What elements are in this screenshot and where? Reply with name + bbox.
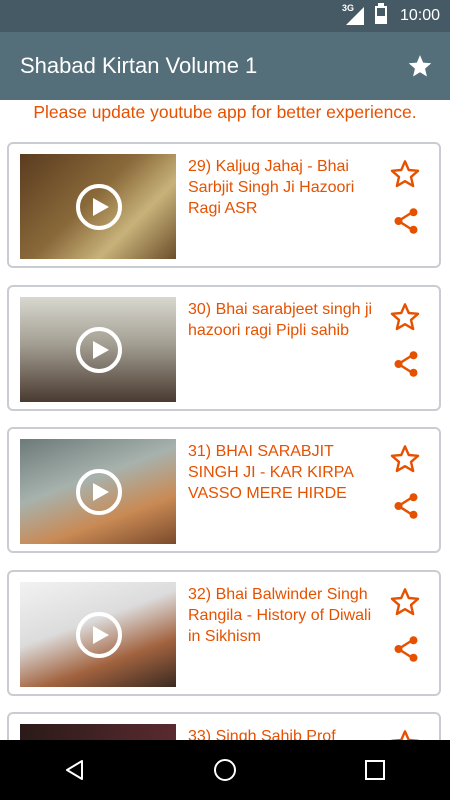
video-title[interactable]: 29) Kaljug Jahaj - Bhai Sarbjit Singh Ji…: [188, 156, 378, 219]
status-bar: 3G 10:00: [0, 0, 450, 32]
share-icon: [394, 208, 418, 234]
battery-icon: [374, 2, 388, 30]
share-button[interactable]: [391, 206, 421, 236]
network-type: 3G: [341, 3, 354, 13]
video-title[interactable]: 31) BHAI SARABJIT SINGH JI - KAR KIRPA V…: [188, 441, 378, 504]
video-title[interactable]: 33) Singh Sahib Prof: [188, 726, 378, 740]
play-icon[interactable]: [76, 184, 122, 230]
add-favorite-button[interactable]: [389, 301, 421, 333]
video-card[interactable]: 32) Bhai Balwinder Singh Rangila - Histo…: [7, 570, 441, 696]
home-button[interactable]: [205, 750, 245, 790]
back-triangle-icon: [66, 760, 83, 780]
cellular-signal-icon: 3G: [341, 3, 366, 26]
video-thumbnail[interactable]: [20, 297, 176, 402]
back-button[interactable]: [55, 750, 95, 790]
share-icon: [394, 351, 418, 377]
status-time: 10:00: [399, 7, 440, 24]
video-card[interactable]: 33) Singh Sahib Prof: [7, 712, 441, 740]
share-icon: [394, 493, 418, 519]
recents-button[interactable]: [355, 750, 395, 790]
video-card[interactable]: 31) BHAI SARABJIT SINGH JI - KAR KIRPA V…: [7, 427, 441, 553]
video-list[interactable]: 29) Kaljug Jahaj - Bhai Sarbjit Singh Ji…: [0, 142, 450, 740]
video-thumbnail[interactable]: [20, 154, 176, 259]
add-favorite-button[interactable]: [389, 158, 421, 190]
star-outline-icon: [391, 730, 419, 740]
video-card[interactable]: 30) Bhai sarabjeet singh ji hazoori ragi…: [7, 285, 441, 411]
share-button[interactable]: [391, 491, 421, 521]
share-button[interactable]: [391, 349, 421, 379]
share-icon: [394, 636, 418, 662]
add-favorite-button[interactable]: [389, 586, 421, 618]
update-notice: Please update youtube app for better exp…: [33, 102, 417, 122]
add-favorite-button[interactable]: [389, 728, 421, 740]
video-thumbnail[interactable]: [20, 724, 176, 740]
favorites-button[interactable]: [406, 52, 434, 80]
video-title[interactable]: 30) Bhai sarabjeet singh ji hazoori ragi…: [188, 299, 378, 341]
play-icon[interactable]: [76, 327, 122, 373]
star-outline-icon: [390, 303, 420, 331]
page-title: Shabad Kirtan Volume 1: [20, 53, 258, 78]
star-outline-icon: [390, 445, 420, 473]
share-button[interactable]: [391, 634, 421, 664]
system-navigation-bar: [0, 740, 450, 800]
play-icon[interactable]: [76, 612, 122, 658]
video-thumbnail[interactable]: [20, 439, 176, 544]
home-circle-icon: [214, 759, 236, 781]
video-card[interactable]: 29) Kaljug Jahaj - Bhai Sarbjit Singh Ji…: [7, 142, 441, 268]
star-icon: [408, 55, 432, 77]
app-bar: Shabad Kirtan Volume 1: [0, 32, 450, 100]
video-thumbnail[interactable]: [20, 582, 176, 687]
star-outline-icon: [390, 160, 420, 188]
recents-square-icon: [365, 760, 385, 780]
add-favorite-button[interactable]: [389, 443, 421, 475]
star-outline-icon: [390, 588, 420, 616]
play-icon[interactable]: [76, 469, 122, 515]
video-title[interactable]: 32) Bhai Balwinder Singh Rangila - Histo…: [188, 584, 378, 647]
